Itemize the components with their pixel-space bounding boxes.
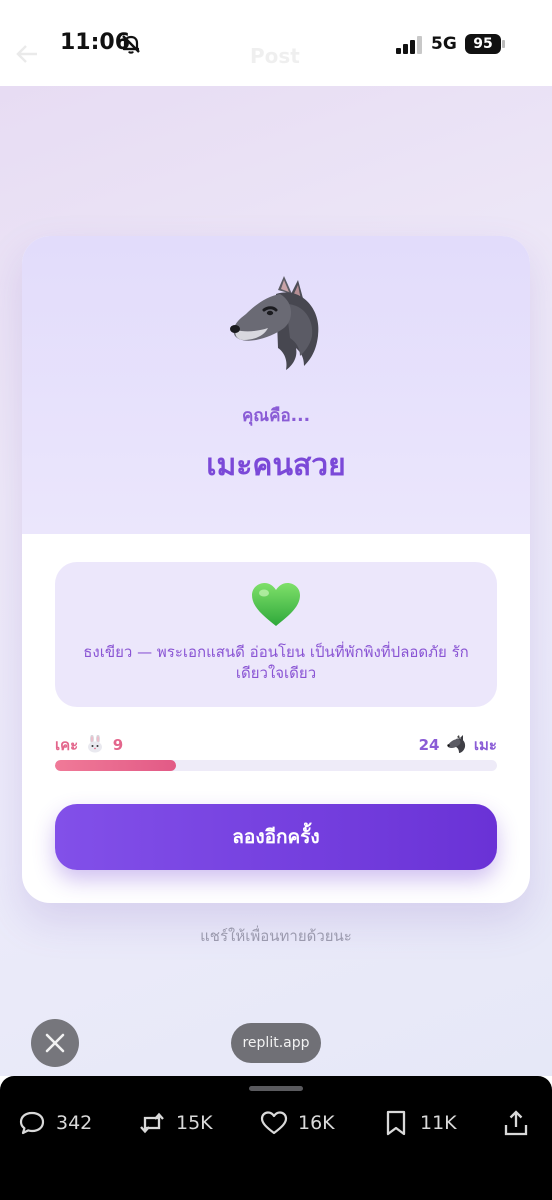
repost-action[interactable]: 15K	[138, 1108, 213, 1138]
status-bar: Post 11:06 5G 95	[0, 0, 552, 86]
sheet-grabber[interactable]	[249, 1086, 303, 1091]
score-progress-track	[55, 760, 497, 771]
green-heart-icon	[252, 583, 300, 626]
score-uke: เคะ 9	[55, 733, 123, 757]
battery-tip	[502, 40, 505, 48]
result-description-box: ธงเขียว — พระเอกแสนดี อ่อนโยน เป็นที่พัก…	[55, 562, 497, 707]
reply-icon	[19, 1111, 45, 1135]
score-uke-label: เคะ	[55, 736, 79, 754]
bookmark-count: 11K	[420, 1112, 457, 1134]
wolf-icon	[230, 276, 319, 370]
bookmark-icon	[386, 1110, 406, 1136]
bell-off-icon	[122, 35, 140, 54]
rabbit-icon	[88, 735, 103, 753]
score-uke-value: 9	[112, 736, 124, 754]
battery-indicator: 95	[465, 34, 501, 54]
reply-count: 342	[56, 1112, 93, 1134]
header-title: Post	[250, 44, 300, 68]
repost-count: 15K	[176, 1112, 213, 1134]
like-count: 16K	[298, 1112, 335, 1134]
close-webview-button[interactable]	[31, 1019, 79, 1067]
score-seme-value: 24	[418, 736, 440, 754]
heart-icon	[260, 1111, 288, 1135]
result-card: คุณคือ... เมะคนสวย ธงเขียว — พระเอกแสนดี…	[22, 236, 530, 903]
result-prompt: คุณคือ...	[241, 406, 311, 426]
score-seme-label: เมะ	[473, 736, 497, 754]
close-icon	[45, 1033, 65, 1053]
share-icon	[504, 1110, 528, 1136]
like-action[interactable]: 16K	[260, 1108, 335, 1138]
network-type: 5G	[431, 34, 457, 54]
retry-button[interactable]: ลองอีกครั้ง	[55, 804, 497, 870]
bookmark-action[interactable]: 11K	[382, 1108, 457, 1138]
url-pill[interactable]: replit.app	[231, 1023, 321, 1063]
post-action-bar: 342 15K 16K 11K	[0, 1076, 552, 1200]
share-action[interactable]	[502, 1108, 530, 1138]
result-title: เมะคนสวย	[206, 448, 346, 483]
score-seme: 24 เมะ	[419, 733, 497, 757]
reply-action[interactable]: 342	[18, 1108, 92, 1138]
result-description: ธงเขียว — พระเอกแสนดี อ่อนโยน เป็นที่พัก…	[83, 643, 469, 682]
repost-icon	[140, 1112, 164, 1134]
back-arrow-icon[interactable]	[16, 44, 38, 64]
share-note: แชร์ให้เพื่อนทายด้วยนะ	[200, 927, 352, 945]
score-progress-fill	[55, 760, 176, 771]
result-header: คุณคือ... เมะคนสวย	[22, 236, 530, 534]
signal-icon	[396, 36, 422, 54]
wolf-small-icon	[446, 735, 465, 753]
